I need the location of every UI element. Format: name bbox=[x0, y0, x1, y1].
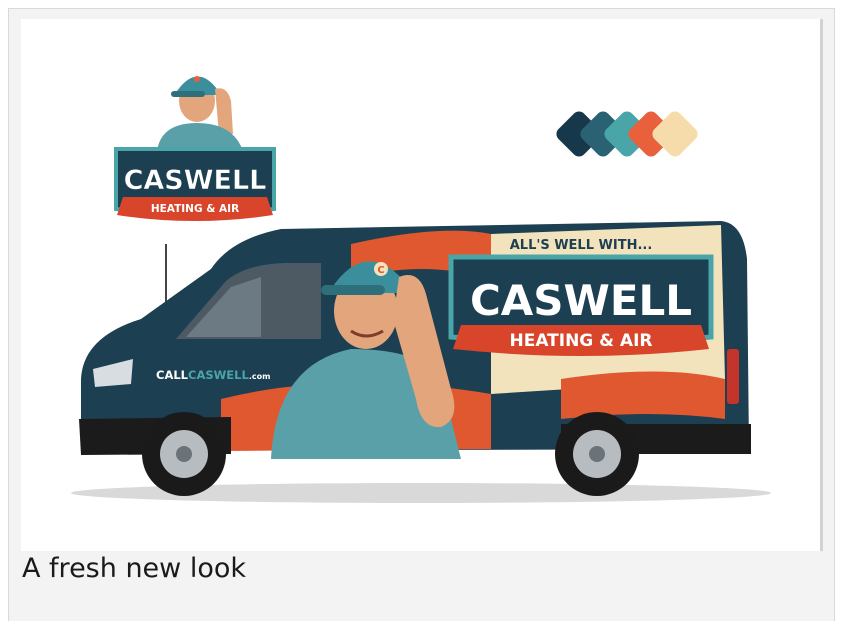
post-card: CASWELL HEATING & AIR ALL'S WELL WITH...… bbox=[8, 8, 835, 621]
website-prefix: CALL bbox=[156, 368, 189, 382]
caswell-logo: CASWELL HEATING & AIR bbox=[114, 76, 276, 221]
front-wheel bbox=[142, 412, 226, 496]
color-palette bbox=[556, 111, 698, 157]
logo-brand-text: CASWELL bbox=[124, 165, 267, 196]
van-slogan-text: ALL'S WELL WITH... bbox=[510, 238, 653, 253]
van-wrap-image: CASWELL HEATING & AIR ALL'S WELL WITH...… bbox=[21, 19, 823, 551]
van-wrap-illustration: CASWELL HEATING & AIR ALL'S WELL WITH...… bbox=[71, 76, 771, 503]
logo-tagline-text: HEATING & AIR bbox=[151, 203, 239, 215]
cap-letter: C bbox=[377, 265, 384, 276]
rear-wheel bbox=[555, 412, 639, 496]
post-caption: A fresh new look bbox=[22, 553, 247, 584]
wrapped-van: ALL'S WELL WITH... CASWELL HEATING & AIR… bbox=[71, 221, 771, 503]
van-tagline-text: HEATING & AIR bbox=[509, 331, 652, 351]
website-suffix: .com bbox=[249, 372, 271, 381]
website-main: CASWELL bbox=[188, 368, 249, 382]
van-brand-text: CASWELL bbox=[470, 276, 692, 325]
